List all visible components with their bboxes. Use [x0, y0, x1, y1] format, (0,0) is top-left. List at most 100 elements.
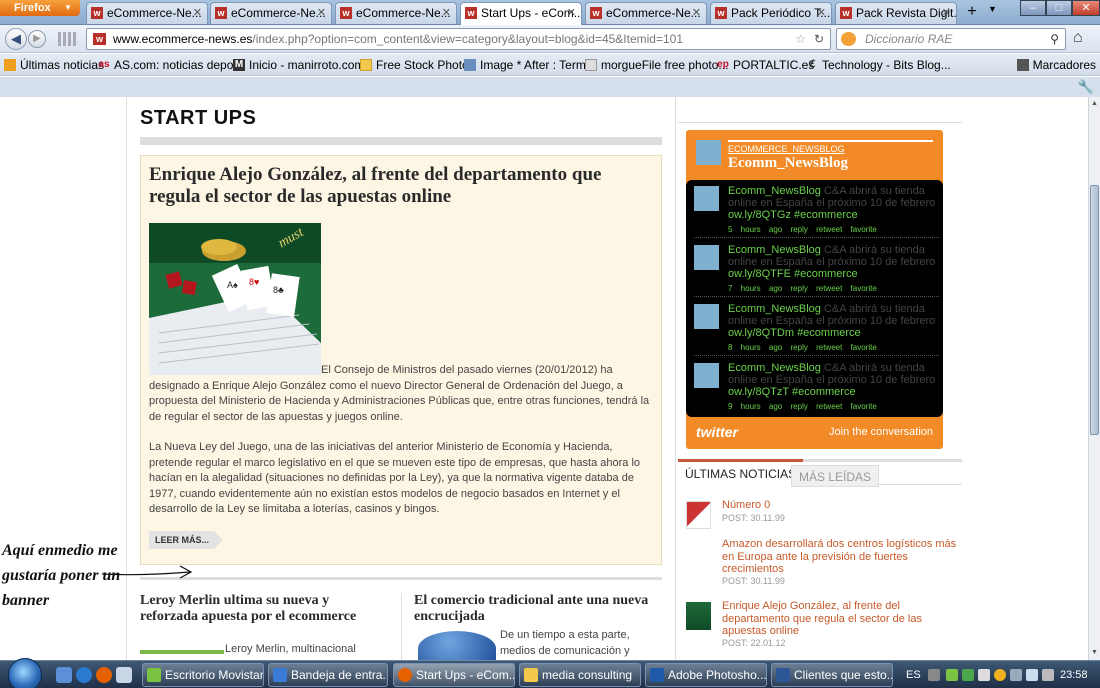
tray-icon[interactable]: [962, 669, 974, 681]
tweet-time[interactable]: 7 hours ago: [728, 284, 782, 293]
wrench-icon[interactable]: 🔧: [1078, 79, 1094, 95]
bookmark-item[interactable]: morgueFile free photo...: [585, 54, 728, 76]
scrollbar-thumb[interactable]: [1090, 185, 1099, 435]
back-button[interactable]: ◀: [5, 28, 27, 50]
tweet-user-link[interactable]: Ecomm_NewsBlog: [728, 185, 821, 197]
close-icon[interactable]: ✕: [817, 3, 826, 23]
tweet-time[interactable]: 5 hours ago: [728, 225, 782, 234]
tray-icon[interactable]: [994, 669, 1006, 681]
tweet-user-link[interactable]: Ecomm_NewsBlog: [728, 303, 821, 315]
twitter-screen-name-link[interactable]: ECOMMERCE_NEWSBLOG: [728, 144, 845, 154]
taskbar-item[interactable]: media consulting: [519, 663, 641, 687]
globe-image[interactable]: [418, 631, 496, 660]
search-box[interactable]: Diccionario RAE ⚲: [836, 28, 1066, 50]
taskbar-item[interactable]: Escritorio Movistar: [142, 663, 264, 687]
taskbar-item[interactable]: Bandeja de entra...: [268, 663, 388, 687]
home-icon[interactable]: ⌂: [1073, 29, 1083, 47]
tweet-user-link[interactable]: Ecomm_NewsBlog: [728, 362, 821, 374]
tweet-link[interactable]: ow.ly/8QTGz #ecommerce: [728, 209, 858, 221]
tray-icon[interactable]: [928, 669, 940, 681]
close-icon[interactable]: ✕: [692, 3, 701, 23]
tab[interactable]: w eCommerce-Ne... ✕: [335, 2, 457, 24]
tab-list-dropdown-icon[interactable]: ▼: [988, 4, 997, 14]
favorite-link[interactable]: favorite: [851, 343, 877, 352]
language-indicator[interactable]: ES: [906, 669, 921, 681]
taskbar-item-active[interactable]: Start Ups - eCom...: [393, 663, 515, 687]
news-title-link[interactable]: Amazon desarrollará dos centros logístic…: [722, 538, 958, 576]
twitter-logo[interactable]: twitter: [696, 424, 738, 440]
sub-article-title-link[interactable]: Leroy Merlin ultima su nueva y reforzada…: [140, 593, 385, 625]
sub-article-title-link[interactable]: El comercio tradicional ante una nueva e…: [414, 593, 659, 625]
tray-icon[interactable]: [978, 669, 990, 681]
join-conversation-link[interactable]: Join the conversation: [829, 426, 933, 438]
tweet-link[interactable]: ow.ly/8QTzT #ecommerce: [728, 386, 856, 398]
scroll-down-icon[interactable]: ▼: [1089, 646, 1100, 660]
messenger-icon[interactable]: [946, 669, 958, 681]
scroll-up-icon[interactable]: ▲: [1089, 97, 1100, 111]
bookmark-item[interactable]: ep PORTALTIC.es: [715, 54, 814, 76]
avatar[interactable]: [694, 304, 719, 329]
ie-icon[interactable]: [76, 667, 92, 683]
reply-link[interactable]: reply: [791, 402, 808, 411]
news-title-link[interactable]: Enrique Alejo González, al frente del de…: [722, 600, 958, 638]
search-icon[interactable]: ⚲: [1050, 29, 1059, 49]
close-icon[interactable]: ✕: [442, 3, 451, 23]
article-image[interactable]: A♠ 8♥ 8♣ must: [149, 223, 321, 375]
tab[interactable]: w eCommerce-Ne... ✕: [86, 2, 208, 24]
new-tab-button[interactable]: +: [960, 3, 984, 23]
bookmark-item[interactable]: ℭ Technology - Bits Blog...: [806, 54, 950, 76]
tab-active[interactable]: w Start Ups - eCom... ✕: [460, 2, 582, 25]
reply-link[interactable]: reply: [791, 343, 808, 352]
bookmarks-menu-button[interactable]: Marcadores: [1016, 54, 1096, 76]
taskbar-item[interactable]: Adobe Photosho...: [645, 663, 767, 687]
close-window-button[interactable]: ✕: [1072, 0, 1100, 16]
news-thumbnail[interactable]: [686, 602, 711, 630]
twitter-display-name[interactable]: Ecomm_NewsBlog: [728, 155, 848, 172]
close-icon[interactable]: ✕: [317, 3, 326, 23]
retweet-link[interactable]: retweet: [816, 343, 842, 352]
bar-chart-icon[interactable]: [58, 32, 76, 46]
show-desktop-icon[interactable]: [56, 667, 72, 683]
avatar[interactable]: [694, 186, 719, 211]
favorite-link[interactable]: favorite: [851, 284, 877, 293]
tweet-user-link[interactable]: Ecomm_NewsBlog: [728, 244, 821, 256]
avatar[interactable]: [694, 245, 719, 270]
news-thumbnail[interactable]: [686, 501, 711, 529]
bookmark-item[interactable]: Image * After : Terms: [464, 54, 592, 76]
sub-article-image[interactable]: [140, 642, 224, 660]
tab[interactable]: w Pack Revista Digit... ✕: [835, 2, 957, 24]
taskbar-item[interactable]: Clientes que esto...: [771, 663, 893, 687]
favorite-link[interactable]: favorite: [851, 225, 877, 234]
firefox-menu-button[interactable]: Firefox ▼: [0, 0, 80, 16]
tweet-link[interactable]: ow.ly/8QTDm #ecommerce: [728, 327, 861, 339]
close-icon[interactable]: ✕: [193, 3, 202, 23]
reply-link[interactable]: reply: [791, 284, 808, 293]
start-button[interactable]: [8, 658, 42, 688]
volume-icon[interactable]: [1042, 669, 1054, 681]
forward-button[interactable]: ▶: [28, 30, 46, 48]
reply-link[interactable]: reply: [791, 225, 808, 234]
search-engine-icon[interactable]: [841, 32, 856, 46]
minimize-button[interactable]: –: [1020, 0, 1046, 16]
tab[interactable]: w eCommerce-Ne... ✕: [210, 2, 332, 24]
tab[interactable]: w eCommerce-Ne... ✕: [585, 2, 707, 24]
tab-most-read[interactable]: MÁS LEÍDAS: [791, 465, 880, 487]
tab[interactable]: w Pack Periódico T... ✕: [710, 2, 832, 24]
network-icon[interactable]: [1010, 669, 1022, 681]
clock[interactable]: 23:58: [1060, 661, 1088, 688]
tweet-time[interactable]: 8 hours ago: [728, 343, 782, 352]
news-title-link[interactable]: Número 0: [722, 499, 958, 512]
tab-latest-news[interactable]: ÚLTIMAS NOTICIAS: [678, 459, 804, 487]
avatar[interactable]: [696, 140, 721, 165]
reload-icon[interactable]: ↻: [814, 29, 824, 49]
retweet-link[interactable]: retweet: [816, 225, 842, 234]
close-icon[interactable]: ✕: [942, 3, 951, 23]
bookmark-star-icon[interactable]: ☆: [795, 29, 806, 49]
retweet-link[interactable]: retweet: [816, 402, 842, 411]
tweet-time[interactable]: 9 hours ago: [728, 402, 782, 411]
favorite-link[interactable]: favorite: [851, 402, 877, 411]
flag-icon[interactable]: [1026, 669, 1038, 681]
firefox-icon[interactable]: [96, 667, 112, 683]
bookmark-item[interactable]: Free Stock Photos: [360, 54, 475, 76]
tweet-link[interactable]: ow.ly/8QTFE #ecommerce: [728, 268, 858, 280]
